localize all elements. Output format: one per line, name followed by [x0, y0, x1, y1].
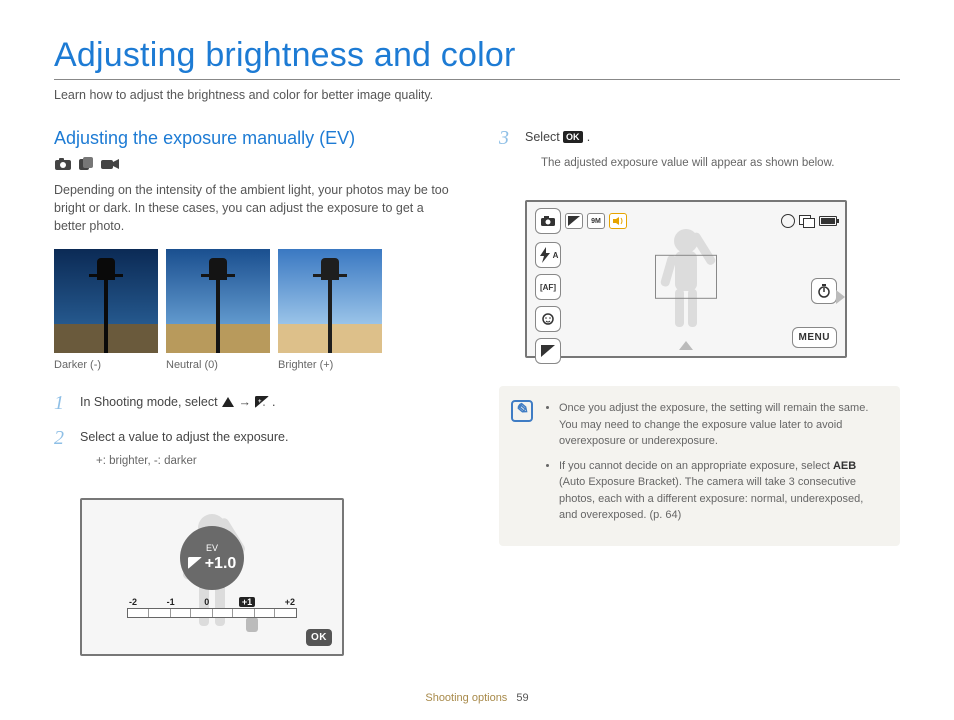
ev-bubble-value: +1.0 [205, 555, 237, 573]
dual-mode-icon [78, 157, 94, 171]
tick-p2: +2 [285, 597, 295, 607]
up-triangle-icon [221, 395, 235, 414]
ev-paragraph: Depending on the intensity of the ambien… [54, 181, 455, 235]
section-title-ev: Adjusting the exposure manually (EV) [54, 128, 455, 149]
step-1-text: In Shooting mode, select → +- . [80, 393, 276, 414]
right-column: 3 Select OK . The adjusted exposure valu… [499, 128, 900, 656]
ruler-knob [246, 618, 258, 632]
tick-p1-selected: +1 [239, 597, 255, 607]
cards-icon [799, 215, 815, 227]
smile-icon [781, 214, 795, 228]
step-1: 1 In Shooting mode, select → +- . [54, 393, 455, 414]
svg-text:OK: OK [566, 132, 580, 142]
af-frame [655, 255, 717, 299]
footer-page-number: 59 [516, 692, 528, 704]
shooting-mode-button [535, 208, 561, 234]
ev-bubble: EV +1.0 [180, 526, 244, 590]
ev-adjust-icon: +- [255, 395, 269, 414]
example-thumbnails [54, 249, 455, 353]
step-2-sub: +: brighter, -: darker [96, 453, 288, 470]
ok-button: OK [306, 629, 332, 646]
left-column: Adjusting the exposure manually (EV) Dep… [54, 128, 455, 656]
title-rule [54, 79, 900, 80]
af-button: [AF] [535, 274, 561, 300]
timer-button [811, 278, 837, 304]
step-2-text: Select a value to adjust the exposure. +… [80, 428, 288, 484]
result-lcd-illustration: 9M A [AF] [525, 200, 847, 358]
label-neutral: Neutral (0) [166, 359, 270, 371]
ev-ruler: -2 -1 0 +1 +2 [127, 597, 297, 618]
thumb-neutral [166, 249, 270, 353]
page-title: Adjusting brightness and color [54, 36, 900, 75]
thumb-darker [54, 249, 158, 353]
battery-icon [819, 216, 837, 226]
menu-button: MENU [792, 327, 837, 348]
label-darker: Darker (-) [54, 359, 158, 371]
label-brighter: Brighter (+) [278, 359, 382, 371]
note-box: ✎ Once you adjust the exposure, the sett… [499, 386, 900, 546]
mode-icons-row [54, 157, 455, 171]
ev-indicator-icon [565, 213, 583, 229]
step-3-text: Select OK . The adjusted exposure value … [525, 128, 834, 186]
note-bullet-1: Once you adjust the exposure, the settin… [559, 400, 884, 450]
tick-m2: -2 [129, 597, 137, 607]
thumb-labels: Darker (-) Neutral (0) Brighter (+) [54, 359, 455, 371]
step-2-number: 2 [54, 428, 68, 484]
nav-right-icon [836, 290, 845, 304]
svg-text:-: - [263, 403, 265, 408]
step-3: 3 Select OK . The adjusted exposure valu… [499, 128, 900, 186]
step-3-number: 3 [499, 128, 513, 186]
step-3-sub: The adjusted exposure value will appear … [541, 155, 834, 172]
ev-lcd-illustration: EV +1.0 -2 -1 0 +1 +2 [80, 498, 344, 656]
audio-indicator-icon [609, 213, 627, 229]
note-bullet-2: If you cannot decide on an appropriate e… [559, 458, 884, 524]
size-indicator-icon: 9M [587, 213, 605, 229]
camera-mode-icon [54, 157, 72, 171]
ev-adjust-icon-small [188, 557, 202, 572]
step-1-number: 1 [54, 393, 68, 414]
page-footer: Shooting options 59 [0, 692, 954, 704]
flash-button: A [535, 242, 561, 268]
footer-section: Shooting options [425, 692, 507, 704]
svg-text:+: + [258, 399, 262, 405]
step-2: 2 Select a value to adjust the exposure.… [54, 428, 455, 484]
thumb-brighter [278, 249, 382, 353]
ok-icon: OK [563, 130, 583, 149]
ev-button [535, 338, 561, 364]
note-icon: ✎ [511, 400, 533, 422]
nav-up-icon [679, 341, 693, 350]
video-mode-icon [100, 157, 120, 171]
ev-bubble-label: EV [206, 543, 218, 553]
page-intro: Learn how to adjust the brightness and c… [54, 88, 900, 102]
tick-0: 0 [204, 597, 209, 607]
face-detect-button [535, 306, 561, 332]
tick-m1: -1 [167, 597, 175, 607]
